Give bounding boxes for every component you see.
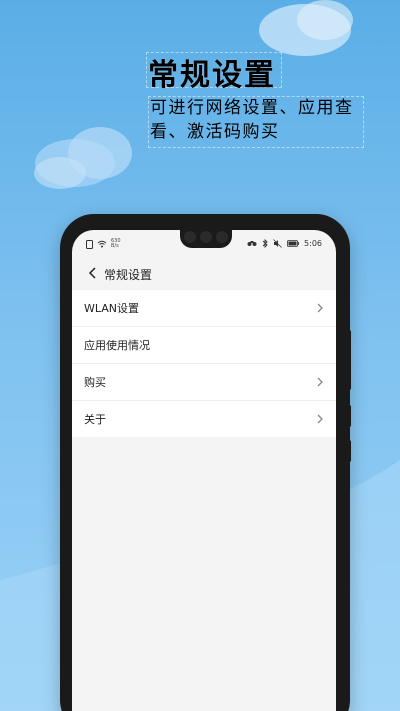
sim-icon <box>86 239 93 249</box>
front-camera-2 <box>200 231 212 243</box>
chevron-right-icon <box>317 303 323 313</box>
chevron-right-icon <box>317 377 323 387</box>
status-right: 5:06 <box>247 239 322 248</box>
settings-list: WLAN设置 应用使用情况 购买 关于 <box>72 290 336 437</box>
battery-icon <box>287 240 299 247</box>
settings-item-purchase[interactable]: 购买 <box>72 364 336 401</box>
settings-item-wlan[interactable]: WLAN设置 <box>72 290 336 327</box>
status-time: 5:06 <box>304 239 322 248</box>
net-speed: 630 B/s <box>111 239 121 249</box>
back-arrow-icon[interactable] <box>86 265 100 281</box>
settings-item-app-usage[interactable]: 应用使用情况 <box>72 327 336 364</box>
settings-item-label: 应用使用情况 <box>84 339 150 352</box>
settings-item-label: 购买 <box>84 376 106 389</box>
mute-icon <box>273 239 282 248</box>
status-left: 630 B/s <box>86 239 121 249</box>
phone-screen: 630 B/s 5:06 常规设置 WLAN设置 应用使用情况 购买 关于 <box>72 230 336 711</box>
phone-side-button-1 <box>347 330 351 390</box>
page-title: 常规设置 <box>104 268 153 282</box>
settings-item-about[interactable]: 关于 <box>72 401 336 437</box>
chevron-right-icon <box>317 414 323 424</box>
cloud-left <box>34 127 132 189</box>
net-speed-unit: B/s <box>111 243 119 249</box>
bluetooth-icon <box>262 239 268 248</box>
binoculars-icon <box>247 241 257 246</box>
promo-title: 常规设置 <box>148 58 276 93</box>
phone-side-button-2 <box>347 405 351 427</box>
background: 常规设置 可进行网络设置、应用查看、激活码购买 630 B/s 5:06 常规设… <box>0 0 400 711</box>
front-camera-1 <box>184 231 196 243</box>
wifi-icon <box>97 240 107 248</box>
promo-subtitle: 可进行网络设置、应用查看、激活码购买 <box>150 98 354 142</box>
settings-item-label: WLAN设置 <box>84 302 140 315</box>
app-bar: 常规设置 <box>72 258 336 290</box>
front-camera-3 <box>216 231 228 243</box>
settings-item-label: 关于 <box>84 413 106 426</box>
phone-side-button-3 <box>347 440 351 462</box>
